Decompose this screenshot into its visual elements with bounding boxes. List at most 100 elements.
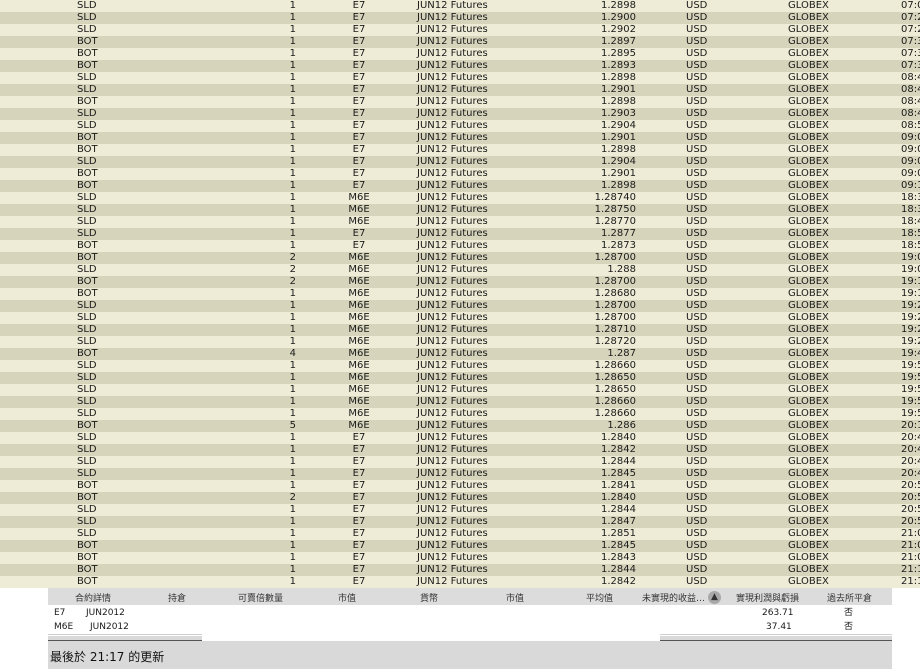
table-row[interactable]: SLD 1 M6E JUN12 Futures 1.28740 USD GLOBEX 18:3 [0, 192, 920, 204]
trade-description: JUN12 Futures [417, 540, 488, 551]
table-row[interactable]: SLD 1 E7 JUN12 Futures 1.2840 USD GLOBEX 20:4 [0, 432, 920, 444]
trade-time: 09:0 [901, 168, 920, 179]
trade-time: 19:5 [901, 372, 920, 383]
portfolio-row[interactable]: M6E JUN2012 37.41 否 [48, 620, 892, 634]
table-row[interactable]: BOT 1 E7 JUN12 Futures 1.2901 USD GLOBEX 09:0 [0, 168, 920, 180]
table-row[interactable]: BOT 1 E7 JUN12 Futures 1.2844 USD GLOBEX 21:1 [0, 564, 920, 576]
col-marketable[interactable]: 可賣倍數量 [238, 591, 283, 604]
table-row[interactable]: SLD 1 E7 JUN12 Futures 1.2842 USD GLOBEX 20:4 [0, 444, 920, 456]
trade-description: JUN12 Futures [417, 504, 488, 515]
trade-currency: USD [686, 516, 708, 527]
trade-time: 20:4 [901, 468, 920, 479]
up-arrow-icon[interactable]: ▲ [708, 591, 721, 604]
table-row[interactable]: SLD 1 M6E JUN12 Futures 1.28710 USD GLOBEX 19:2 [0, 324, 920, 336]
table-row[interactable]: SLD 1 M6E JUN12 Futures 1.28650 USD GLOBEX 19:5 [0, 384, 920, 396]
col-closed[interactable]: 過去所平倉 [827, 591, 872, 604]
table-row[interactable]: BOT 2 M6E JUN12 Futures 1.28700 USD GLOBEX 19:1 [0, 276, 920, 288]
trade-action: SLD [77, 384, 97, 395]
trade-exchange: GLOBEX [788, 0, 829, 11]
table-row[interactable]: SLD 1 E7 JUN12 Futures 1.2877 USD GLOBEX 18:5 [0, 228, 920, 240]
portfolio-row[interactable]: E7 JUN2012 263.71 否 [48, 606, 892, 620]
trade-action: BOT [77, 288, 98, 299]
table-row[interactable]: SLD 1 E7 JUN12 Futures 1.2902 USD GLOBEX 07:2 [0, 24, 920, 36]
trade-currency: USD [686, 504, 708, 515]
trade-quantity: 1 [289, 408, 296, 419]
trade-quantity: 1 [289, 360, 296, 371]
trade-price: 1.2844 [601, 456, 636, 467]
table-row[interactable]: BOT 1 E7 JUN12 Futures 1.2895 USD GLOBEX 07:3 [0, 48, 920, 60]
table-row[interactable]: SLD 1 E7 JUN12 Futures 1.2904 USD GLOBEX 08:5 [0, 120, 920, 132]
table-row[interactable]: SLD 1 E7 JUN12 Futures 1.2845 USD GLOBEX 20:4 [0, 468, 920, 480]
table-row[interactable]: SLD 1 M6E JUN12 Futures 1.28770 USD GLOBEX 18:4 [0, 216, 920, 228]
trade-symbol: E7 [352, 468, 366, 479]
table-row[interactable]: SLD 1 E7 JUN12 Futures 1.2898 USD GLOBEX 07:0 [0, 0, 920, 12]
table-row[interactable]: BOT 1 E7 JUN12 Futures 1.2841 USD GLOBEX 20:5 [0, 480, 920, 492]
trade-quantity: 1 [289, 228, 296, 239]
trade-exchange: GLOBEX [788, 420, 829, 431]
table-row[interactable]: SLD 1 M6E JUN12 Futures 1.28650 USD GLOBEX 19:5 [0, 372, 920, 384]
trade-description: JUN12 Futures [417, 384, 488, 395]
table-row[interactable]: BOT 1 E7 JUN12 Futures 1.2901 USD GLOBEX 09:0 [0, 132, 920, 144]
trade-time: 08:5 [901, 120, 920, 131]
col-position[interactable]: 持倉 [168, 591, 186, 604]
trade-description: JUN12 Futures [417, 0, 488, 11]
table-row[interactable]: SLD 1 M6E JUN12 Futures 1.28700 USD GLOBEX 19:2 [0, 300, 920, 312]
col-avg-price[interactable]: 平均值 [586, 591, 613, 604]
trade-description: JUN12 Futures [417, 312, 488, 323]
trade-symbol: M6E [348, 324, 370, 335]
table-row[interactable]: SLD 1 M6E JUN12 Futures 1.28750 USD GLOBEX 18:3 [0, 204, 920, 216]
table-row[interactable]: SLD 1 E7 JUN12 Futures 1.2903 USD GLOBEX 08:4 [0, 108, 920, 120]
trade-time: 20:5 [901, 480, 920, 491]
table-row[interactable]: SLD 1 E7 JUN12 Futures 1.2851 USD GLOBEX 21:0 [0, 528, 920, 540]
trade-action: SLD [77, 84, 97, 95]
table-row[interactable]: BOT 1 E7 JUN12 Futures 1.2842 USD GLOBEX 21:1 [0, 576, 920, 588]
table-row[interactable]: SLD 1 E7 JUN12 Futures 1.2900 USD GLOBEX 07:2 [0, 12, 920, 24]
trade-description: JUN12 Futures [417, 372, 488, 383]
trade-time: 19:5 [901, 360, 920, 371]
table-row[interactable]: BOT 1 E7 JUN12 Futures 1.2873 USD GLOBEX 18:5 [0, 240, 920, 252]
trade-symbol: E7 [352, 12, 366, 23]
table-row[interactable]: BOT 1 E7 JUN12 Futures 1.2898 USD GLOBEX 09:1 [0, 180, 920, 192]
trade-time: 19:5 [901, 408, 920, 419]
table-row[interactable]: SLD 1 E7 JUN12 Futures 1.2898 USD GLOBEX 08:4 [0, 72, 920, 84]
table-row[interactable]: SLD 1 E7 JUN12 Futures 1.2844 USD GLOBEX 20:4 [0, 456, 920, 468]
table-row[interactable]: BOT 1 E7 JUN12 Futures 1.2893 USD GLOBEX 07:3 [0, 60, 920, 72]
table-row[interactable]: SLD 1 E7 JUN12 Futures 1.2847 USD GLOBEX 20:5 [0, 516, 920, 528]
table-row[interactable]: SLD 2 M6E JUN12 Futures 1.288 USD GLOBEX 19:0 [0, 264, 920, 276]
table-row[interactable]: SLD 1 M6E JUN12 Futures 1.28660 USD GLOBEX 19:5 [0, 408, 920, 420]
col-currency[interactable]: 貨幣 [420, 591, 438, 604]
table-row[interactable]: SLD 1 M6E JUN12 Futures 1.28660 USD GLOBEX 19:5 [0, 360, 920, 372]
col-unrealized[interactable]: 未實現的收益… [642, 591, 705, 604]
col-market-price[interactable]: 市值 [338, 591, 356, 604]
col-market-value[interactable]: 市值 [506, 591, 524, 604]
trade-exchange: GLOBEX [788, 336, 829, 347]
table-row[interactable]: SLD 1 M6E JUN12 Futures 1.28720 USD GLOBEX 19:2 [0, 336, 920, 348]
trade-price: 1.2904 [601, 156, 636, 167]
table-row[interactable]: BOT 1 M6E JUN12 Futures 1.28680 USD GLOBEX 19:1 [0, 288, 920, 300]
table-row[interactable]: BOT 5 M6E JUN12 Futures 1.286 USD GLOBEX 20:1 [0, 420, 920, 432]
table-row[interactable]: BOT 4 M6E JUN12 Futures 1.287 USD GLOBEX 19:4 [0, 348, 920, 360]
table-row[interactable]: BOT 1 E7 JUN12 Futures 1.2845 USD GLOBEX 21:0 [0, 540, 920, 552]
table-row[interactable]: BOT 2 E7 JUN12 Futures 1.2840 USD GLOBEX 20:5 [0, 492, 920, 504]
col-contract[interactable]: 合約詳情 [75, 591, 111, 604]
trade-description: JUN12 Futures [417, 132, 488, 143]
table-row[interactable]: SLD 1 M6E JUN12 Futures 1.28700 USD GLOBEX 19:2 [0, 312, 920, 324]
table-row[interactable]: BOT 1 E7 JUN12 Futures 1.2898 USD GLOBEX 09:0 [0, 144, 920, 156]
trade-time: 19:1 [901, 288, 920, 299]
trade-currency: USD [686, 156, 708, 167]
col-realized[interactable]: 實現利潤與虧損 [736, 591, 799, 604]
trade-symbol: M6E [348, 360, 370, 371]
trade-symbol: E7 [352, 108, 366, 119]
trade-exchange: GLOBEX [788, 264, 829, 275]
trade-time: 18:3 [901, 192, 920, 203]
table-row[interactable]: BOT 1 E7 JUN12 Futures 1.2843 USD GLOBEX 21:0 [0, 552, 920, 564]
table-row[interactable]: SLD 1 E7 JUN12 Futures 1.2844 USD GLOBEX 20:5 [0, 504, 920, 516]
table-row[interactable]: BOT 1 E7 JUN12 Futures 1.2898 USD GLOBEX 08:4 [0, 96, 920, 108]
trade-action: SLD [77, 24, 97, 35]
table-row[interactable]: BOT 1 E7 JUN12 Futures 1.2897 USD GLOBEX 07:3 [0, 36, 920, 48]
table-row[interactable]: SLD 1 E7 JUN12 Futures 1.2901 USD GLOBEX 08:4 [0, 84, 920, 96]
table-row[interactable]: SLD 1 M6E JUN12 Futures 1.28660 USD GLOBEX 19:5 [0, 396, 920, 408]
trade-description: JUN12 Futures [417, 288, 488, 299]
table-row[interactable]: SLD 1 E7 JUN12 Futures 1.2904 USD GLOBEX 09:0 [0, 156, 920, 168]
table-row[interactable]: BOT 2 M6E JUN12 Futures 1.28700 USD GLOBEX 19:0 [0, 252, 920, 264]
